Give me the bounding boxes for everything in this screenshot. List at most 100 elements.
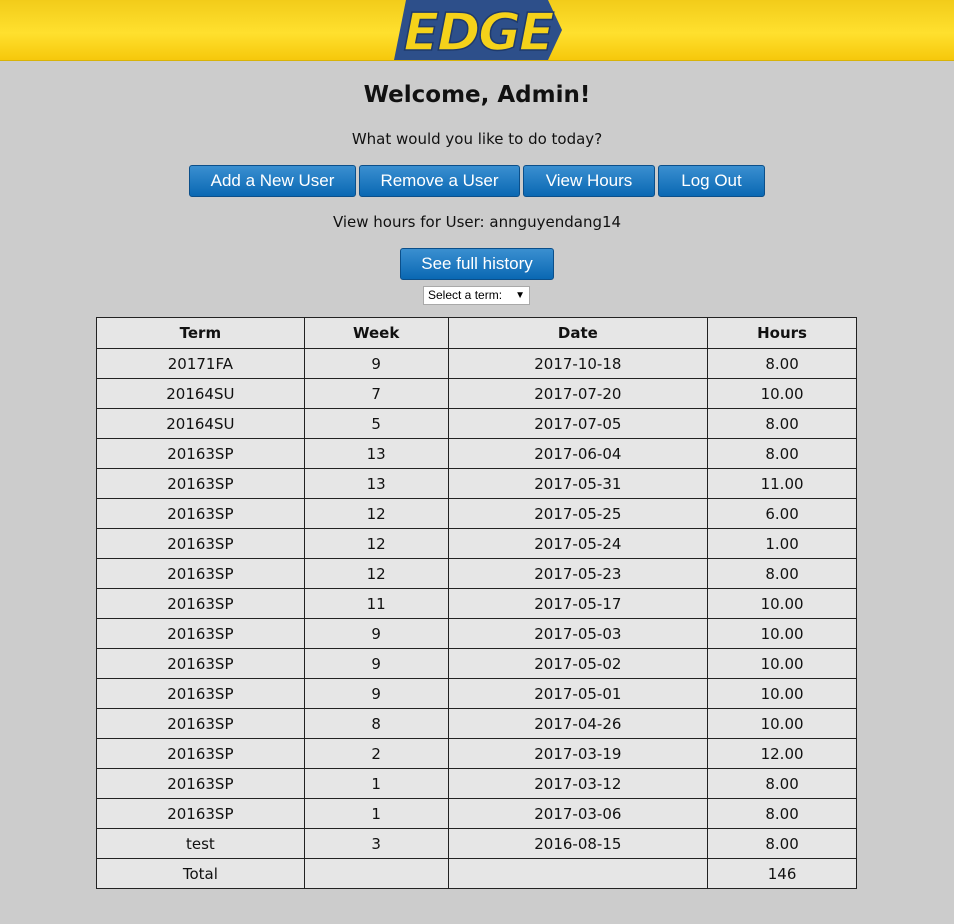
cell-date: 2017-05-24 xyxy=(447,528,709,559)
logo-text: EDGE xyxy=(404,3,554,60)
cell-week: 13 xyxy=(303,468,449,499)
add-user-button[interactable]: Add a New User xyxy=(189,165,356,197)
view-hours-user-label: View hours for User: annguyendang14 xyxy=(332,213,622,231)
cell-term: 20164SU xyxy=(96,378,305,409)
cell-term: 20163SP xyxy=(96,438,305,469)
cell-term: 20163SP xyxy=(96,618,305,649)
cell-term: 20163SP xyxy=(96,708,305,739)
cell-week: 11 xyxy=(303,588,449,619)
see-full-history-button[interactable]: See full history xyxy=(400,248,554,280)
cell-term: 20163SP xyxy=(96,798,305,829)
table-row: 20163SP 13 2017-05-31 11.00 xyxy=(96,468,857,499)
cell-date: 2017-04-26 xyxy=(447,708,709,739)
column-header-week: Week xyxy=(303,317,449,349)
cell-hours: 12.00 xyxy=(707,738,857,769)
total-label: Total xyxy=(96,858,305,889)
page-title: Welcome, Admin! xyxy=(363,82,591,108)
cell-week: 2 xyxy=(303,738,449,769)
cell-date: 2017-05-31 xyxy=(447,468,709,499)
table-row: test 3 2016-08-15 8.00 xyxy=(96,828,857,859)
prompt-text: What would you like to do today? xyxy=(351,130,603,148)
cell-term: 20163SP xyxy=(96,468,305,499)
edge-logo: EDGE xyxy=(394,0,562,60)
cell-date: 2017-05-01 xyxy=(447,678,709,709)
term-select-value: Select a term: xyxy=(428,288,503,302)
cell-hours: 8.00 xyxy=(707,348,857,379)
cell-hours: 10.00 xyxy=(707,618,857,649)
cell-hours: 8.00 xyxy=(707,828,857,859)
cell-week: 1 xyxy=(303,798,449,829)
cell-hours: 8.00 xyxy=(707,408,857,439)
cell-term: 20163SP xyxy=(96,558,305,589)
cell-term: test xyxy=(96,828,305,859)
cell-hours: 8.00 xyxy=(707,558,857,589)
cell-week: 9 xyxy=(303,648,449,679)
cell-term: 20164SU xyxy=(96,408,305,439)
cell-week: 5 xyxy=(303,408,449,439)
table-row: 20163SP 12 2017-05-24 1.00 xyxy=(96,528,857,559)
cell-date: 2017-05-17 xyxy=(447,588,709,619)
cell-hours: 10.00 xyxy=(707,378,857,409)
table-row: 20163SP 12 2017-05-25 6.00 xyxy=(96,498,857,529)
hours-table: Term Week Date Hours 20171FA 9 2017-10-18 8… xyxy=(96,317,857,889)
cell-week: 12 xyxy=(303,558,449,589)
cell-week: 9 xyxy=(303,678,449,709)
cell-hours: 10.00 xyxy=(707,678,857,709)
table-row: 20163SP 9 2017-05-02 10.00 xyxy=(96,648,857,679)
table-row: 20163SP 13 2017-06-04 8.00 xyxy=(96,438,857,469)
cell-week: 8 xyxy=(303,708,449,739)
cell-date: 2017-05-23 xyxy=(447,558,709,589)
cell-hours: 10.00 xyxy=(707,588,857,619)
table-row: 20163SP 8 2017-04-26 10.00 xyxy=(96,708,857,739)
remove-user-button[interactable]: Remove a User xyxy=(359,165,520,197)
cell-hours: 10.00 xyxy=(707,648,857,679)
table-row: 20163SP 9 2017-05-03 10.00 xyxy=(96,618,857,649)
table-row: 20163SP 12 2017-05-23 8.00 xyxy=(96,558,857,589)
table-row: 20163SP 9 2017-05-01 10.00 xyxy=(96,678,857,709)
cell-term: 20163SP xyxy=(96,768,305,799)
total-row: Total 146 xyxy=(96,858,857,889)
cell-term: 20171FA xyxy=(96,348,305,379)
cell-hours: 8.00 xyxy=(707,798,857,829)
cell-week: 1 xyxy=(303,768,449,799)
cell-term: 20163SP xyxy=(96,678,305,709)
cell-term: 20163SP xyxy=(96,648,305,679)
cell-week: 12 xyxy=(303,498,449,529)
total-week xyxy=(303,858,449,889)
cell-week: 7 xyxy=(303,378,449,409)
cell-week: 3 xyxy=(303,828,449,859)
cell-term: 20163SP xyxy=(96,528,305,559)
table-header-row: Term Week Date Hours xyxy=(96,317,857,349)
total-hours: 146 xyxy=(707,858,857,889)
view-hours-button[interactable]: View Hours xyxy=(523,165,655,197)
cell-week: 9 xyxy=(303,348,449,379)
cell-date: 2017-07-05 xyxy=(447,408,709,439)
log-out-button[interactable]: Log Out xyxy=(658,165,765,197)
term-select[interactable]: Select a term: ▼ xyxy=(423,286,530,305)
total-date xyxy=(447,858,709,889)
cell-hours: 1.00 xyxy=(707,528,857,559)
table-row: 20171FA 9 2017-10-18 8.00 xyxy=(96,348,857,379)
cell-term: 20163SP xyxy=(96,738,305,769)
table-row: 20163SP 1 2017-03-12 8.00 xyxy=(96,768,857,799)
table-row: 20163SP 1 2017-03-06 8.00 xyxy=(96,798,857,829)
cell-date: 2016-08-15 xyxy=(447,828,709,859)
column-header-date: Date xyxy=(447,317,709,349)
cell-hours: 11.00 xyxy=(707,468,857,499)
cell-date: 2017-03-06 xyxy=(447,798,709,829)
cell-term: 20163SP xyxy=(96,588,305,619)
cell-week: 13 xyxy=(303,438,449,469)
table-row: 20164SU 5 2017-07-05 8.00 xyxy=(96,408,857,439)
dropdown-arrow-icon: ▼ xyxy=(515,290,525,301)
cell-date: 2017-03-12 xyxy=(447,768,709,799)
cell-hours: 6.00 xyxy=(707,498,857,529)
cell-date: 2017-10-18 xyxy=(447,348,709,379)
cell-date: 2017-03-19 xyxy=(447,738,709,769)
table-row: 20163SP 11 2017-05-17 10.00 xyxy=(96,588,857,619)
table-row: 20164SU 7 2017-07-20 10.00 xyxy=(96,378,857,409)
column-header-hours: Hours xyxy=(707,317,857,349)
cell-hours: 10.00 xyxy=(707,708,857,739)
table-row: 20163SP 2 2017-03-19 12.00 xyxy=(96,738,857,769)
cell-hours: 8.00 xyxy=(707,438,857,469)
cell-date: 2017-05-02 xyxy=(447,648,709,679)
